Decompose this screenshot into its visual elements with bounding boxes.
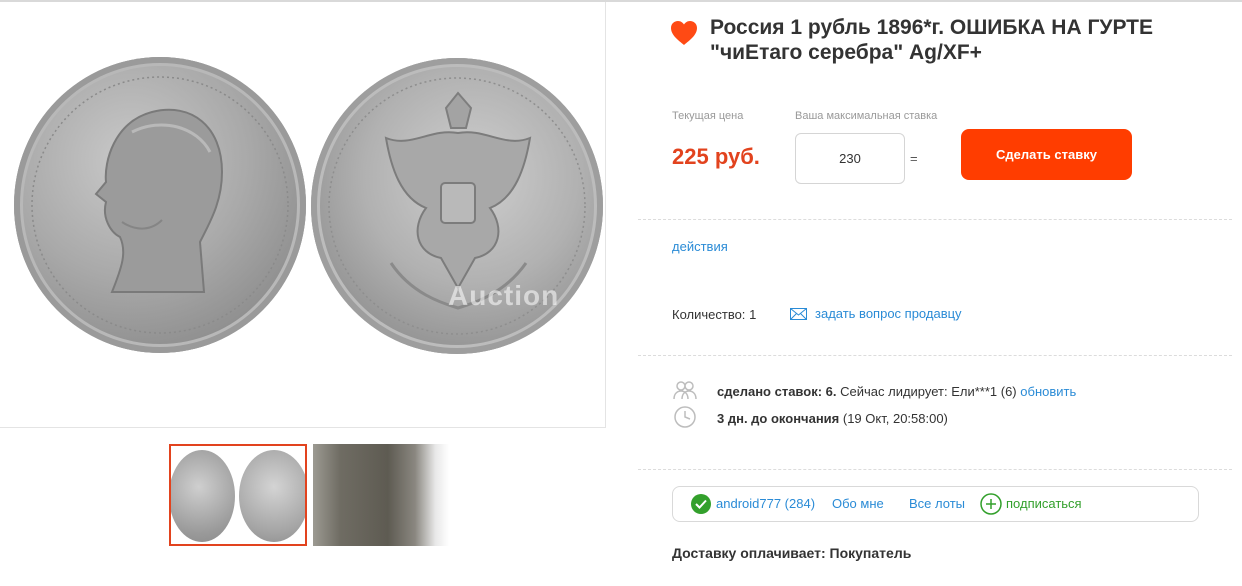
refresh-link[interactable]: обновить <box>1020 384 1076 399</box>
all-lots-link[interactable]: Все лоты <box>909 496 965 511</box>
lot-title: Россия 1 рубль 1896*г. ОШИБКА НА ГУРТЕ "… <box>710 16 1154 64</box>
ask-seller-link[interactable]: задать вопрос продавцу <box>790 306 962 321</box>
quantity-value: 1 <box>749 307 757 322</box>
time-left-label: 3 дн. до окончания <box>717 411 840 426</box>
mail-icon <box>790 307 807 320</box>
max-bid-label: Ваша максимальная ставка <box>795 110 938 122</box>
thumbnail-1-selected[interactable] <box>169 444 307 546</box>
divider-2 <box>638 355 1232 356</box>
end-date: (19 Окт, 20:58:00) <box>842 411 948 426</box>
current-price: 225 руб. <box>672 144 760 169</box>
divider-1 <box>638 219 1232 220</box>
watermark: Auction <box>448 280 560 311</box>
current-price-label: Текущая цена <box>672 110 744 122</box>
seller-box: android777 (284) Обо мне Все лоты подпис… <box>672 486 1199 522</box>
place-bid-button[interactable]: Сделать ставку <box>961 129 1132 180</box>
main-photo[interactable]: Auction <box>0 2 606 428</box>
clock-icon <box>674 406 696 428</box>
equals-sign: = <box>910 151 918 166</box>
bids-count: сделано ставок: 6. <box>717 384 837 399</box>
favorite-heart-icon[interactable] <box>670 20 698 46</box>
thumbnail-reverse <box>239 450 305 542</box>
bids-status: сделано ставок: 6. Сейчас лидирует: Ели*… <box>717 384 1076 399</box>
verified-check-icon <box>691 494 711 514</box>
coin-obverse-image <box>14 57 306 353</box>
quantity: Количество: 1 <box>672 307 756 322</box>
time-left: 3 дн. до окончания (19 Окт, 20:58:00) <box>717 411 948 426</box>
max-bid-input[interactable] <box>795 133 905 184</box>
thumbnail-2-edge[interactable] <box>313 444 449 546</box>
subscribe-plus-icon[interactable] <box>980 493 1002 515</box>
about-seller-link[interactable]: Обо мне <box>832 496 884 511</box>
thumbnail-obverse <box>171 450 235 542</box>
actions-link[interactable]: действия <box>672 239 728 254</box>
bidders-icon <box>673 381 697 400</box>
seller-name-link[interactable]: android777 (284) <box>716 496 815 511</box>
delivery-info: Доставку оплачивает: Покупатель <box>672 545 912 561</box>
subscribe-link[interactable]: подписаться <box>1006 496 1082 511</box>
ask-seller-label: задать вопрос продавцу <box>815 306 962 321</box>
leader-text: Сейчас лидирует: Ели***1 (6) <box>840 384 1017 399</box>
quantity-label: Количество: <box>672 307 746 322</box>
divider-3 <box>638 469 1232 470</box>
